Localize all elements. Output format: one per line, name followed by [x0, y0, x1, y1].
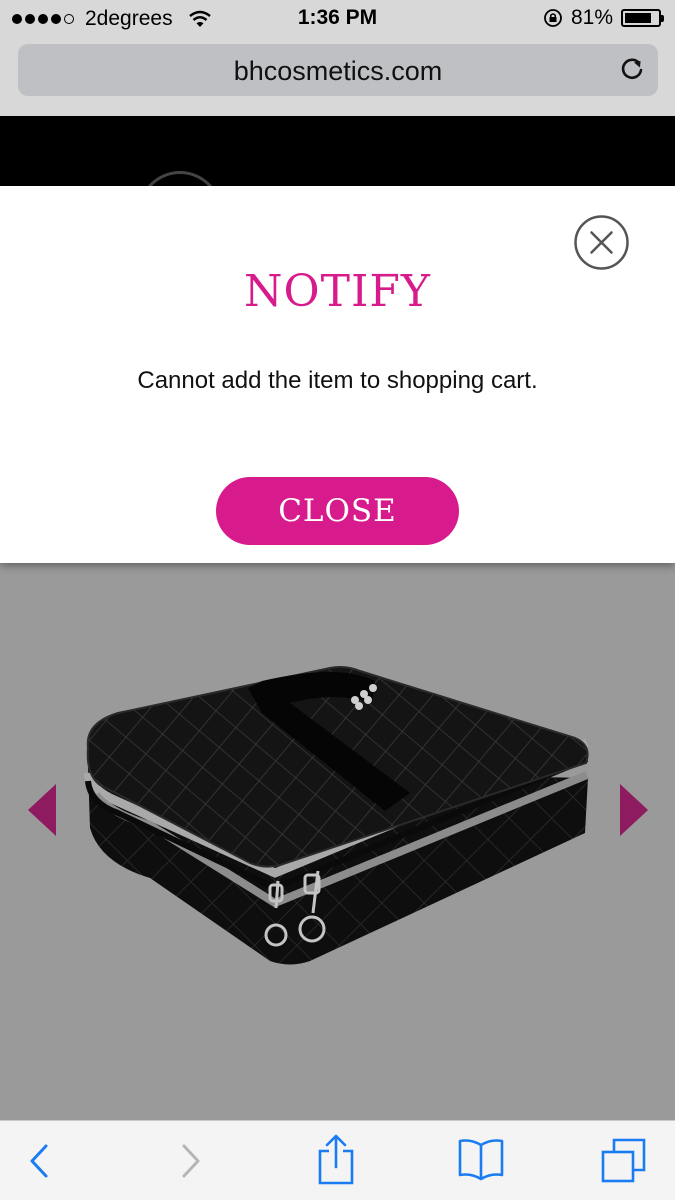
- browser-url-bar: bhcosmetics.com: [0, 36, 675, 116]
- reload-icon[interactable]: [618, 55, 646, 83]
- product-gallery: [0, 563, 675, 1120]
- status-bar: 2degrees 1:36 PM 81%: [0, 0, 675, 36]
- site-header: [0, 116, 675, 255]
- modal-message: Cannot add the item to shopping cart.: [137, 367, 538, 394]
- battery-icon: [621, 9, 664, 27]
- bookmarks-icon[interactable]: [457, 1137, 505, 1181]
- back-chevron-icon[interactable]: [28, 1143, 50, 1179]
- battery-percent: 81%: [570, 6, 613, 29]
- forward-chevron-icon[interactable]: [180, 1143, 202, 1179]
- close-button[interactable]: CLOSE: [216, 477, 459, 545]
- browser-toolbar: [0, 1120, 675, 1200]
- product-image: [83, 666, 589, 965]
- share-icon[interactable]: [316, 1133, 356, 1185]
- gallery-prev-arrow[interactable]: [28, 784, 58, 836]
- battery-fill: [625, 13, 651, 23]
- gallery-next-arrow[interactable]: [618, 784, 648, 836]
- modal-title: NOTIFY: [244, 266, 431, 317]
- orientation-lock-icon: [544, 9, 562, 27]
- tabs-icon[interactable]: [600, 1137, 648, 1183]
- address-field[interactable]: bhcosmetics.com: [18, 44, 658, 96]
- url-text: bhcosmetics.com: [233, 56, 443, 86]
- status-right: 81%: [543, 6, 664, 30]
- close-circle-icon[interactable]: [573, 214, 630, 271]
